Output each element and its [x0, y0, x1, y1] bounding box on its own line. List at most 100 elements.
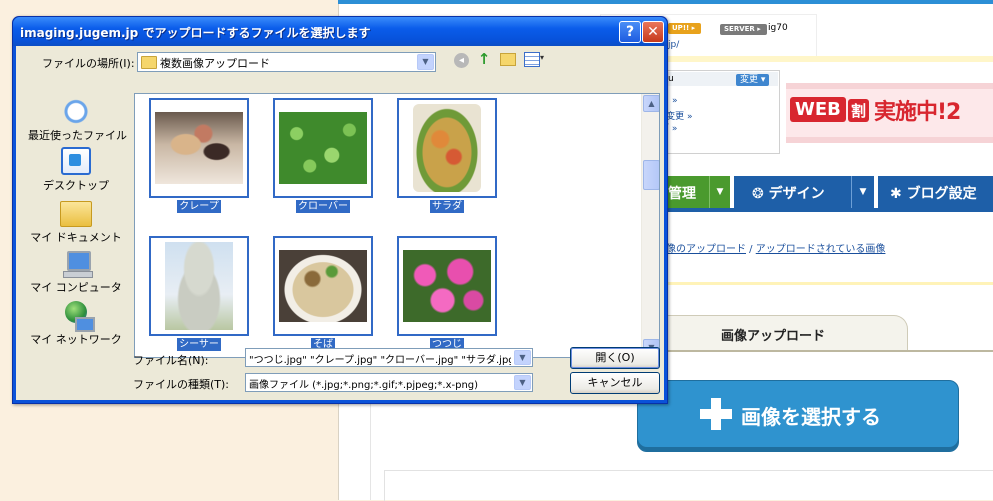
server-name: ig70	[768, 23, 788, 33]
dialog-titlebar[interactable]: imaging.jugem.jp でアップロードするファイルを選択します ? ✕	[13, 17, 667, 46]
dropdown-arrow-icon[interactable]: ▼	[417, 54, 434, 70]
banner-web-label: WEB	[790, 97, 846, 122]
file-thumbnail-soba[interactable]: そば	[273, 236, 373, 351]
shisa-photo	[165, 242, 233, 330]
nav-design-label: ❂ デザイン	[752, 183, 825, 203]
file-thumbnail-crepe[interactable]: クレープ	[149, 98, 249, 213]
nav-manage[interactable]: 管理 ▼	[660, 176, 730, 208]
breadcrumb-uploaded-link[interactable]: アップロードされている画像	[756, 244, 886, 255]
chevron-down-icon[interactable]: ▼	[851, 176, 874, 208]
dropdown-arrow-icon[interactable]: ▼	[514, 350, 531, 365]
file-list[interactable]: クレープ クローバー サラダ シーサー そば つつじ ▲	[134, 93, 660, 358]
place-recent[interactable]: 最近使ったファイル	[28, 95, 127, 143]
gear-icon: ✱	[890, 186, 907, 202]
up-folder-icon[interactable]: ↑	[476, 51, 492, 67]
page-top-bar	[338, 0, 993, 4]
chevron-down-icon[interactable]: ▼	[709, 176, 730, 208]
file-name: クローバー	[296, 200, 350, 213]
soba-photo	[279, 250, 367, 322]
help-button[interactable]: ?	[619, 21, 641, 43]
nav-underline	[660, 208, 993, 212]
open-button[interactable]: 開く(O)	[570, 347, 660, 369]
vertical-scrollbar[interactable]: ▲ ▼	[641, 94, 659, 357]
place-label: マイ コンピュータ	[30, 281, 122, 294]
tab-baseline	[640, 350, 993, 352]
my-network-icon	[61, 301, 95, 332]
scroll-up-icon[interactable]: ▲	[643, 95, 659, 112]
file-caption: サラダ	[397, 199, 497, 213]
breadcrumb-separator: /	[746, 244, 756, 255]
panel-link[interactable]: »	[672, 96, 678, 106]
my-documents-icon	[60, 201, 92, 227]
file-caption: クレープ	[149, 199, 249, 213]
dialog-body: ファイルの場所(I): 複数画像アップロード ▼ ◂ ↑ ▾ 最近使ったファイル…	[16, 46, 664, 400]
place-label: マイ ドキュメント	[30, 231, 122, 244]
thumbnail-frame	[149, 236, 249, 336]
server-badge: SERVER ▸	[720, 24, 767, 35]
web-wari-banner[interactable]: WEB 割 実施中!2	[786, 83, 993, 143]
nav-manage-label: 管理	[668, 186, 696, 202]
select-image-button[interactable]: 画像を選択する	[637, 380, 959, 452]
file-name: サラダ	[430, 200, 464, 213]
desktop-icon	[61, 147, 91, 175]
change-button[interactable]: 変更 ▾	[736, 74, 770, 86]
thumbnail-frame	[149, 98, 249, 198]
salad-photo	[413, 104, 481, 192]
file-caption: クローバー	[273, 199, 373, 213]
file-thumbnail-salad[interactable]: サラダ	[397, 98, 497, 213]
clover-photo	[279, 112, 367, 184]
blog-url-link[interactable]: jp/	[668, 40, 679, 50]
file-thumbnail-shisa[interactable]: シーサー	[149, 236, 249, 351]
thumbnail-frame	[397, 236, 497, 336]
content-box	[384, 470, 993, 501]
filetype-value: 画像ファイル (*.jpg;*.png;*.gif;*.pjpeg;*.x-pn…	[249, 380, 479, 391]
filename-input[interactable]: "つつじ.jpg" "クレープ.jpg" "クローバー.jpg" "サラダ.jp…	[245, 348, 533, 367]
nav-design-text: デザイン	[768, 186, 825, 202]
cancel-button[interactable]: キャンセル	[570, 372, 660, 394]
back-icon[interactable]: ◂	[454, 53, 469, 68]
new-folder-icon[interactable]	[500, 53, 516, 66]
filename-value: "つつじ.jpg" "クレープ.jpg" "クローバー.jpg" "サラダ.jp…	[249, 355, 511, 366]
thumbnail-frame	[273, 98, 373, 198]
filetype-select[interactable]: 画像ファイル (*.jpg;*.png;*.gif;*.pjpeg;*.x-pn…	[245, 373, 533, 392]
file-caption: シーサー	[149, 337, 249, 351]
look-in-dropdown[interactable]: 複数画像アップロード ▼	[137, 52, 436, 72]
thumbnail-frame	[397, 98, 497, 198]
tab-image-upload-label: 画像アップロード	[721, 329, 826, 344]
dropdown-arrow-icon[interactable]: ▼	[514, 375, 531, 390]
palette-icon: ❂	[752, 186, 769, 202]
place-computer[interactable]: マイ コンピュータ	[28, 251, 124, 295]
file-thumbnail-azalea[interactable]: つつじ	[397, 236, 497, 351]
places-bar: 最近使ったファイル デスクトップ マイ ドキュメント マイ コンピュータ マイ …	[28, 93, 127, 346]
upgrade-badge[interactable]: UP!! ▸	[668, 23, 702, 34]
dialog-title: imaging.jugem.jp でアップロードするファイルを選択します	[20, 26, 371, 40]
file-open-dialog: imaging.jugem.jp でアップロードするファイルを選択します ? ✕…	[12, 16, 668, 404]
folder-icon	[141, 56, 157, 69]
plus-icon	[700, 398, 732, 430]
banner-wari-label: 割	[848, 99, 870, 122]
nav-design[interactable]: ❂ デザイン ▼	[734, 176, 874, 208]
tab-image-upload[interactable]: 画像アップロード	[640, 315, 908, 352]
breadcrumb-upload-link[interactable]: 像のアップロード	[666, 244, 746, 255]
place-documents[interactable]: マイ ドキュメント	[28, 201, 124, 245]
filename-label: ファイル名(N):	[133, 354, 209, 367]
scrollbar-thumb[interactable]	[643, 160, 659, 190]
close-button[interactable]: ✕	[642, 21, 664, 43]
file-name: シーサー	[177, 338, 221, 351]
user-name: u	[668, 74, 674, 84]
views-dropdown-icon[interactable]: ▾	[540, 53, 544, 62]
filetype-label: ファイルの種類(T):	[133, 378, 230, 391]
breadcrumb: 像のアップロード / アップロードされている画像	[666, 240, 885, 255]
recent-files-icon	[60, 95, 92, 125]
file-thumbnail-clover[interactable]: クローバー	[273, 98, 373, 213]
my-computer-icon	[61, 251, 93, 278]
select-image-label: 画像を選択する	[741, 405, 881, 429]
place-desktop[interactable]: デスクトップ	[28, 147, 124, 193]
look-in-value: 複数画像アップロード	[160, 57, 270, 70]
thumbnail-frame	[273, 236, 373, 336]
place-network[interactable]: マイ ネットワーク	[28, 301, 124, 347]
place-label: 最近使ったファイル	[28, 129, 127, 142]
nav-settings[interactable]: ✱ ブログ設定	[878, 176, 993, 208]
banner-text: 実施中!2	[874, 100, 961, 125]
views-menu-icon[interactable]	[524, 52, 540, 67]
